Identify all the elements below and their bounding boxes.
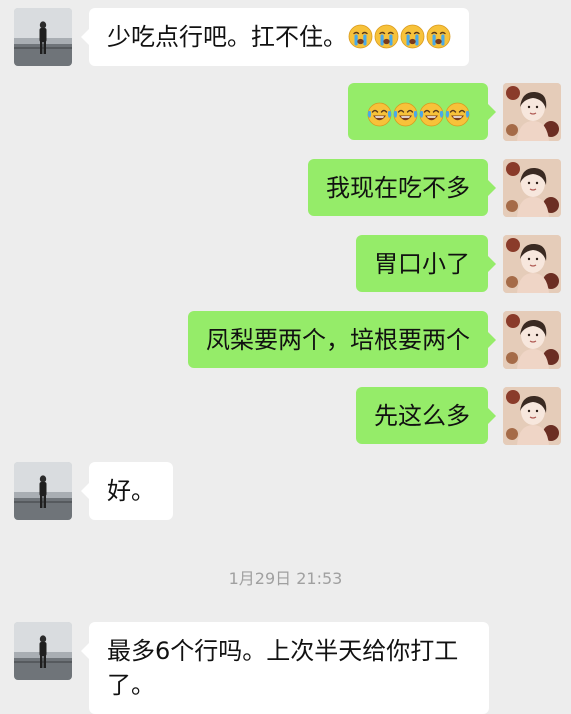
crying-face-icon	[426, 24, 451, 49]
self-avatar[interactable]	[503, 83, 561, 141]
message-text: 最多6个行吗。上次半天给你打工了。	[107, 637, 459, 699]
message-bubble[interactable]: 少吃点行吧。扛不住。	[81, 8, 469, 66]
message-text: 凤梨要两个，培根要两个	[206, 326, 470, 354]
message-timestamp: 1月29日 21:53	[228, 569, 343, 588]
message-bubble[interactable]: 胃口小了	[356, 235, 496, 292]
message-text: 先这么多	[374, 402, 470, 430]
laughing-crying-face-icon	[445, 102, 470, 127]
contact-avatar[interactable]	[14, 462, 72, 520]
message-text: 我现在吃不多	[326, 174, 470, 202]
contact-avatar[interactable]	[14, 622, 72, 680]
self-avatar[interactable]	[503, 311, 561, 369]
self-avatar[interactable]	[503, 387, 561, 445]
self-avatar[interactable]	[503, 235, 561, 293]
laughing-crying-face-icon	[419, 102, 444, 127]
crying-face-icon	[348, 24, 373, 49]
message-text: 胃口小了	[374, 250, 470, 278]
crying-face-icon	[400, 24, 425, 49]
crying-face-icon	[374, 24, 399, 49]
contact-avatar[interactable]	[14, 8, 72, 66]
message-text: 少吃点行吧。扛不住。	[107, 23, 347, 51]
laughing-crying-face-icon	[367, 102, 392, 127]
message-bubble[interactable]: 最多6个行吗。上次半天给你打工了。	[81, 622, 489, 714]
message-bubble[interactable]: 凤梨要两个，培根要两个	[188, 311, 496, 368]
self-avatar[interactable]	[503, 159, 561, 217]
message-bubble[interactable]: 好。	[81, 462, 173, 520]
message-bubble[interactable]	[348, 83, 496, 140]
message-text: 好。	[107, 477, 155, 505]
message-bubble[interactable]: 我现在吃不多	[308, 159, 496, 216]
message-bubble[interactable]: 先这么多	[356, 387, 496, 444]
laughing-crying-face-icon	[393, 102, 418, 127]
